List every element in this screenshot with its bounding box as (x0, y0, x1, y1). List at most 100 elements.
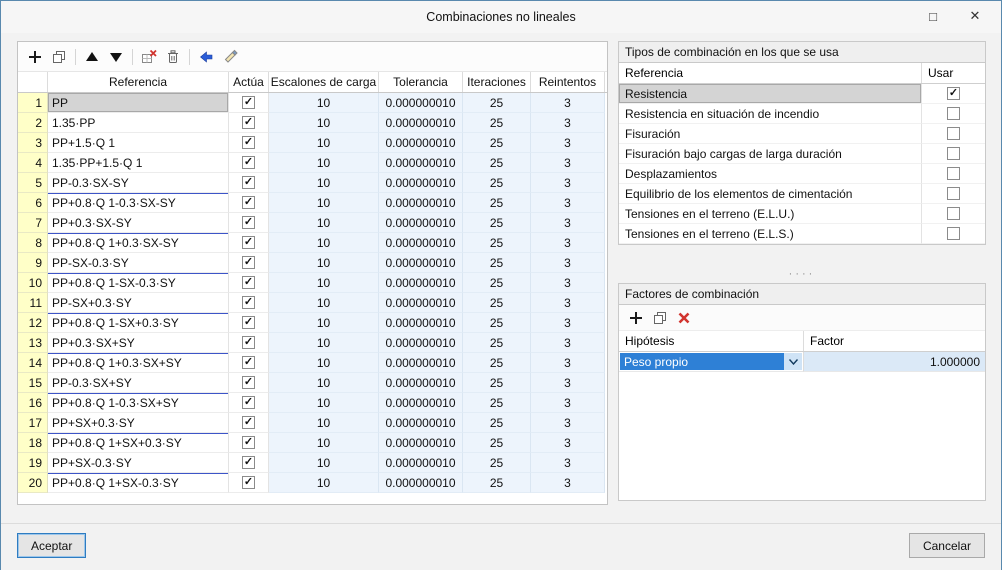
tolerancia-cell[interactable]: 0.000000010 (379, 453, 463, 473)
actua-checkbox[interactable]: ✓ (242, 416, 255, 429)
undo-button[interactable] (195, 46, 217, 68)
actua-checkbox[interactable]: ✓ (242, 456, 255, 469)
escalones-cell[interactable]: 10 (269, 93, 379, 113)
tipo-label[interactable]: Resistencia (619, 84, 921, 104)
tipo-label[interactable]: Tensiones en el terreno (E.L.U.) (619, 204, 921, 224)
iteraciones-cell[interactable]: 25 (463, 133, 531, 153)
reference-cell[interactable]: PP+0.3·SX+SY (48, 333, 229, 353)
add-factor-button[interactable] (625, 307, 647, 329)
tipo-label[interactable]: Equilibrio de los elementos de cimentaci… (619, 184, 921, 204)
reintentos-cell[interactable]: 3 (531, 173, 605, 193)
usar-checkbox[interactable] (947, 107, 960, 120)
reference-cell[interactable]: PP+0.8·Q 1-SX+0.3·SY (48, 313, 229, 333)
escalones-cell[interactable]: 10 (269, 113, 379, 133)
actua-checkbox[interactable]: ✓ (242, 436, 255, 449)
escalones-cell[interactable]: 10 (269, 153, 379, 173)
actua-checkbox[interactable]: ✓ (242, 96, 255, 109)
reference-cell[interactable]: 1.35·PP (48, 113, 229, 133)
tolerancia-cell[interactable]: 0.000000010 (379, 253, 463, 273)
delete-rows-button[interactable] (138, 46, 160, 68)
reference-cell[interactable]: PP (48, 93, 229, 113)
reference-cell[interactable]: PP-SX-0.3·SY (48, 253, 229, 273)
usar-checkbox[interactable] (947, 167, 960, 180)
actua-checkbox[interactable]: ✓ (242, 256, 255, 269)
delete-factor-button[interactable] (673, 307, 695, 329)
reintentos-cell[interactable]: 3 (531, 273, 605, 293)
reintentos-cell[interactable]: 3 (531, 333, 605, 353)
reference-cell[interactable]: PP+0.8·Q 1+SX-0.3·SY (48, 473, 229, 493)
escalones-cell[interactable]: 10 (269, 393, 379, 413)
escalones-cell[interactable]: 10 (269, 233, 379, 253)
reintentos-cell[interactable]: 3 (531, 453, 605, 473)
tipo-label[interactable]: Resistencia en situación de incendio (619, 104, 921, 124)
iteraciones-cell[interactable]: 25 (463, 313, 531, 333)
reference-cell[interactable]: PP+0.8·Q 1+0.3·SX+SY (48, 353, 229, 373)
reintentos-cell[interactable]: 3 (531, 233, 605, 253)
iteraciones-cell[interactable]: 25 (463, 153, 531, 173)
accept-button[interactable]: Aceptar (17, 533, 87, 558)
tolerancia-cell[interactable]: 0.000000010 (379, 413, 463, 433)
usar-checkbox[interactable] (947, 127, 960, 140)
move-up-button[interactable] (81, 46, 103, 68)
tolerancia-cell[interactable]: 0.000000010 (379, 273, 463, 293)
duplicate-factor-button[interactable] (649, 307, 671, 329)
actua-checkbox[interactable]: ✓ (242, 276, 255, 289)
format-painter-button[interactable] (219, 46, 241, 68)
actua-checkbox[interactable]: ✓ (242, 136, 255, 149)
move-down-button[interactable] (105, 46, 127, 68)
tolerancia-cell[interactable]: 0.000000010 (379, 353, 463, 373)
tolerancia-cell[interactable]: 0.000000010 (379, 113, 463, 133)
escalones-cell[interactable]: 10 (269, 193, 379, 213)
actua-checkbox[interactable]: ✓ (242, 196, 255, 209)
tolerancia-cell[interactable]: 0.000000010 (379, 293, 463, 313)
trash-button[interactable] (162, 46, 184, 68)
iteraciones-cell[interactable]: 25 (463, 233, 531, 253)
iteraciones-cell[interactable]: 25 (463, 273, 531, 293)
actua-checkbox[interactable]: ✓ (242, 296, 255, 309)
iteraciones-cell[interactable]: 25 (463, 393, 531, 413)
actua-checkbox[interactable]: ✓ (242, 376, 255, 389)
tipo-label[interactable]: Desplazamientos (619, 164, 921, 184)
tolerancia-cell[interactable]: 0.000000010 (379, 133, 463, 153)
reference-cell[interactable]: PP+0.8·Q 1-0.3·SX+SY (48, 393, 229, 413)
reintentos-cell[interactable]: 3 (531, 373, 605, 393)
reintentos-cell[interactable]: 3 (531, 193, 605, 213)
iteraciones-cell[interactable]: 25 (463, 113, 531, 133)
tolerancia-cell[interactable]: 0.000000010 (379, 213, 463, 233)
reintentos-cell[interactable]: 3 (531, 133, 605, 153)
tolerancia-cell[interactable]: 0.000000010 (379, 393, 463, 413)
usar-checkbox[interactable]: ✓ (947, 87, 960, 100)
iteraciones-cell[interactable]: 25 (463, 433, 531, 453)
iteraciones-cell[interactable]: 25 (463, 453, 531, 473)
reintentos-cell[interactable]: 3 (531, 413, 605, 433)
iteraciones-cell[interactable]: 25 (463, 213, 531, 233)
iteraciones-cell[interactable]: 25 (463, 93, 531, 113)
reintentos-cell[interactable]: 3 (531, 293, 605, 313)
escalones-cell[interactable]: 10 (269, 253, 379, 273)
panel-splitter[interactable]: ···· (618, 267, 986, 281)
escalones-cell[interactable]: 10 (269, 453, 379, 473)
reintentos-cell[interactable]: 3 (531, 313, 605, 333)
escalones-cell[interactable]: 10 (269, 413, 379, 433)
reintentos-cell[interactable]: 3 (531, 153, 605, 173)
tolerancia-cell[interactable]: 0.000000010 (379, 173, 463, 193)
reintentos-cell[interactable]: 3 (531, 253, 605, 273)
escalones-cell[interactable]: 10 (269, 333, 379, 353)
tipo-label[interactable]: Tensiones en el terreno (E.L.S.) (619, 224, 921, 244)
reference-cell[interactable]: PP+1.5·Q 1 (48, 133, 229, 153)
usar-checkbox[interactable] (947, 207, 960, 220)
usar-checkbox[interactable] (947, 227, 960, 240)
usar-checkbox[interactable] (947, 147, 960, 160)
escalones-cell[interactable]: 10 (269, 213, 379, 233)
tolerancia-cell[interactable]: 0.000000010 (379, 433, 463, 453)
usar-checkbox[interactable] (947, 187, 960, 200)
escalones-cell[interactable]: 10 (269, 433, 379, 453)
tolerancia-cell[interactable]: 0.000000010 (379, 473, 463, 493)
reference-cell[interactable]: PP+SX-0.3·SY (48, 453, 229, 473)
actua-checkbox[interactable]: ✓ (242, 356, 255, 369)
tolerancia-cell[interactable]: 0.000000010 (379, 93, 463, 113)
reference-cell[interactable]: PP+0.8·Q 1-0.3·SX-SY (48, 193, 229, 213)
tolerancia-cell[interactable]: 0.000000010 (379, 333, 463, 353)
escalones-cell[interactable]: 10 (269, 273, 379, 293)
iteraciones-cell[interactable]: 25 (463, 173, 531, 193)
